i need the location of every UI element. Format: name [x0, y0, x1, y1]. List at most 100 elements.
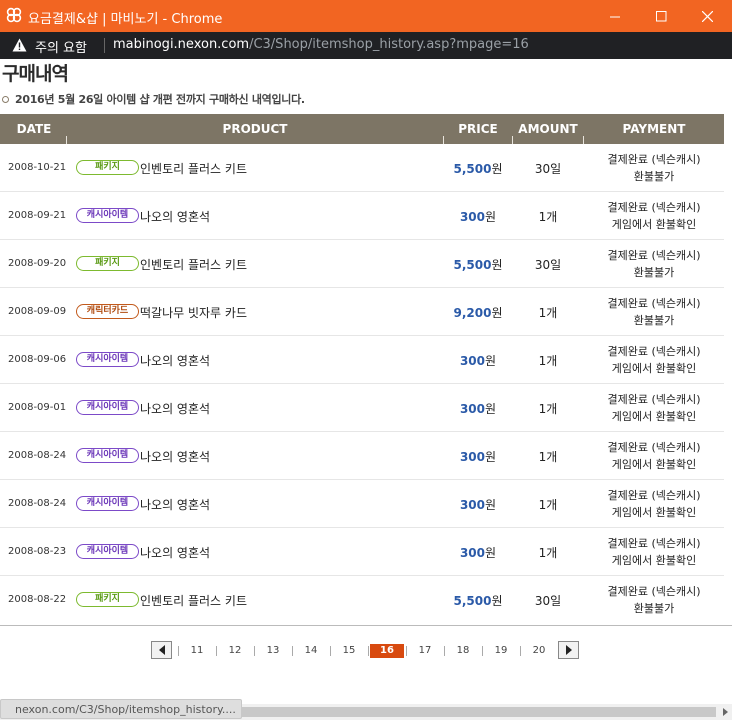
product-name: 인벤토리 플러스 키트 — [140, 594, 247, 608]
category-badge: 캐시아이템 — [76, 352, 139, 367]
price-value: 5,500 — [453, 162, 492, 176]
price: 9,200원 — [444, 304, 512, 321]
security-warning-label[interactable]: 주의 요함 — [35, 37, 87, 56]
category-badge: 캐시아이템 — [76, 208, 139, 223]
product-name: 인벤토리 플러스 키트 — [140, 162, 247, 176]
bullet-icon — [2, 95, 9, 103]
payment-line-2: 게임에서 환불확인 — [611, 458, 697, 471]
prev-page-button[interactable] — [151, 641, 172, 659]
amount: 30일 — [534, 162, 562, 176]
header-divider — [512, 136, 513, 144]
page-link[interactable]: 17 — [406, 644, 444, 658]
price-unit: 원 — [491, 162, 503, 176]
product-name: 나오의 영혼석 — [140, 546, 211, 560]
header-payment: PAYMENT — [622, 122, 686, 136]
page-content: 구매내역 2016년 5월 26일 아이템 샵 개편 전까지 구매하신 내역입니… — [0, 59, 732, 720]
product-name: 나오의 영혼석 — [140, 402, 211, 416]
price-unit: 원 — [485, 354, 497, 368]
pagination: 11 12 13 14 15 16 17 18 19 20 — [0, 641, 732, 661]
price-value: 300 — [459, 354, 485, 368]
page-link-current[interactable]: 16 — [370, 644, 404, 658]
header-amount: AMOUNT — [518, 122, 578, 136]
table-row: 2008-09-20 패키지 인벤토리 플러스 키트 5,500원 30일 결제완료 (넥… — [0, 240, 724, 288]
payment-status: 결제완료 (넥슨캐시) 환불불가 — [584, 247, 724, 281]
header-date: DATE — [16, 122, 52, 136]
price: 300원 — [444, 400, 512, 417]
url-text[interactable]: mabinogi.nexon.com/C3/Shop/itemshop_hist… — [113, 37, 529, 52]
payment-status: 결제완료 (넥슨캐시) 환불불가 — [584, 583, 724, 617]
page-link[interactable]: 19 — [482, 644, 520, 658]
address-bar[interactable]: 주의 요함 mabinogi.nexon.com/C3/Shop/itemsho… — [0, 32, 732, 59]
payment-status: 결제완료 (넥슨캐시) 게임에서 환불확인 — [584, 487, 724, 521]
page-link[interactable]: 11 — [178, 644, 216, 658]
price: 300원 — [444, 544, 512, 561]
payment-line-2: 게임에서 환불확인 — [611, 554, 697, 567]
payment-status: 결제완료 (넥슨캐시) 게임에서 환불확인 — [584, 535, 724, 569]
table-header: DATE PRODUCT PRICE AMOUNT PAYMENT — [0, 114, 724, 144]
payment-status: 결제완료 (넥슨캐시) 게임에서 환불확인 — [584, 199, 724, 233]
price-value: 300 — [459, 210, 485, 224]
table-row: 2008-09-09 캐릭터카드 떡갈나무 빗자루 카드 9,200원 1개 결제완료 (… — [0, 288, 724, 336]
price-value: 300 — [459, 450, 485, 464]
price-value: 300 — [459, 498, 485, 512]
amount: 30일 — [534, 258, 562, 272]
price-unit: 원 — [485, 450, 497, 464]
minimize-button[interactable] — [592, 0, 638, 32]
next-page-button[interactable] — [558, 641, 579, 659]
page-link[interactable]: 12 — [216, 644, 254, 658]
amount: 1개 — [538, 210, 558, 224]
product-name: 나오의 영혼석 — [140, 450, 211, 464]
close-icon — [701, 10, 713, 22]
category-badge: 캐시아이템 — [76, 448, 139, 463]
table-row: 2008-08-23 캐시아이템 나오의 영혼석 300원 1개 결제완료 (넥슨캐시) 게… — [0, 528, 724, 576]
maximize-button[interactable] — [638, 0, 684, 32]
product-name: 나오의 영혼석 — [140, 210, 211, 224]
payment-line-1: 결제완료 (넥슨캐시) — [607, 585, 701, 598]
payment-status: 결제완료 (넥슨캐시) 게임에서 환불확인 — [584, 439, 724, 473]
table-row: 2008-08-24 캐시아이템 나오의 영혼석 300원 1개 결제완료 (넥슨캐시) 게… — [0, 432, 724, 480]
amount: 1개 — [538, 546, 558, 560]
notice-text: 2016년 5월 26일 아이템 샵 개편 전까지 구매하신 내역입니다. — [2, 91, 305, 107]
warning-icon[interactable] — [12, 38, 27, 52]
price-value: 300 — [459, 546, 485, 560]
page-divider — [368, 646, 369, 656]
category-badge: 캐시아이템 — [76, 400, 139, 415]
price-value: 9,200 — [453, 306, 492, 320]
table-row: 2008-08-24 캐시아이템 나오의 영혼석 300원 1개 결제완료 (넥슨캐시) 게… — [0, 480, 724, 528]
close-button[interactable] — [684, 0, 730, 32]
category-badge: 캐시아이템 — [76, 544, 139, 559]
purchase-date: 2008-08-22 — [8, 594, 67, 605]
page-link[interactable]: 13 — [254, 644, 292, 658]
scroll-right-icon[interactable] — [721, 708, 729, 716]
price-value: 300 — [459, 402, 485, 416]
page-link[interactable]: 18 — [444, 644, 482, 658]
price: 300원 — [444, 448, 512, 465]
minimize-icon — [609, 16, 620, 17]
payment-line-2: 게임에서 환불확인 — [611, 362, 697, 375]
window-title: 요금결제&샵 | 마비노기 - Chrome — [28, 12, 223, 27]
amount: 30일 — [534, 594, 562, 608]
purchase-date: 2008-10-21 — [8, 162, 67, 173]
page-link[interactable]: 20 — [520, 644, 558, 658]
browser-window: 요금결제&샵 | 마비노기 - Chrome 주의 요함 mabinogi.ne… — [0, 0, 732, 720]
arrow-left-icon — [158, 645, 165, 655]
product-name: 떡갈나무 빗자루 카드 — [140, 306, 247, 320]
table-row: 2008-08-22 패키지 인벤토리 플러스 키트 5,500원 30일 결제완료 (넥… — [0, 576, 724, 624]
page-link[interactable]: 14 — [292, 644, 330, 658]
title-bar: 요금결제&샵 | 마비노기 - Chrome — [0, 0, 732, 32]
purchase-date: 2008-08-24 — [8, 450, 67, 461]
table-row: 2008-09-01 캐시아이템 나오의 영혼석 300원 1개 결제완료 (넥슨캐시) 게… — [0, 384, 724, 432]
product-name: 인벤토리 플러스 키트 — [140, 258, 247, 272]
payment-line-1: 결제완료 (넥슨캐시) — [607, 153, 701, 166]
mabinogi-clover-icon — [6, 7, 22, 23]
payment-line-1: 결제완료 (넥슨캐시) — [607, 441, 701, 454]
price-unit: 원 — [491, 306, 503, 320]
payment-line-2: 게임에서 환불확인 — [611, 506, 697, 519]
header-divider — [443, 136, 444, 144]
page-link[interactable]: 15 — [330, 644, 368, 658]
payment-status: 결제완료 (넥슨캐시) 환불불가 — [584, 295, 724, 329]
payment-line-1: 결제완료 (넥슨캐시) — [607, 345, 701, 358]
payment-line-1: 결제완료 (넥슨캐시) — [607, 393, 701, 406]
header-product: PRODUCT — [222, 122, 288, 136]
maximize-icon — [655, 10, 666, 21]
